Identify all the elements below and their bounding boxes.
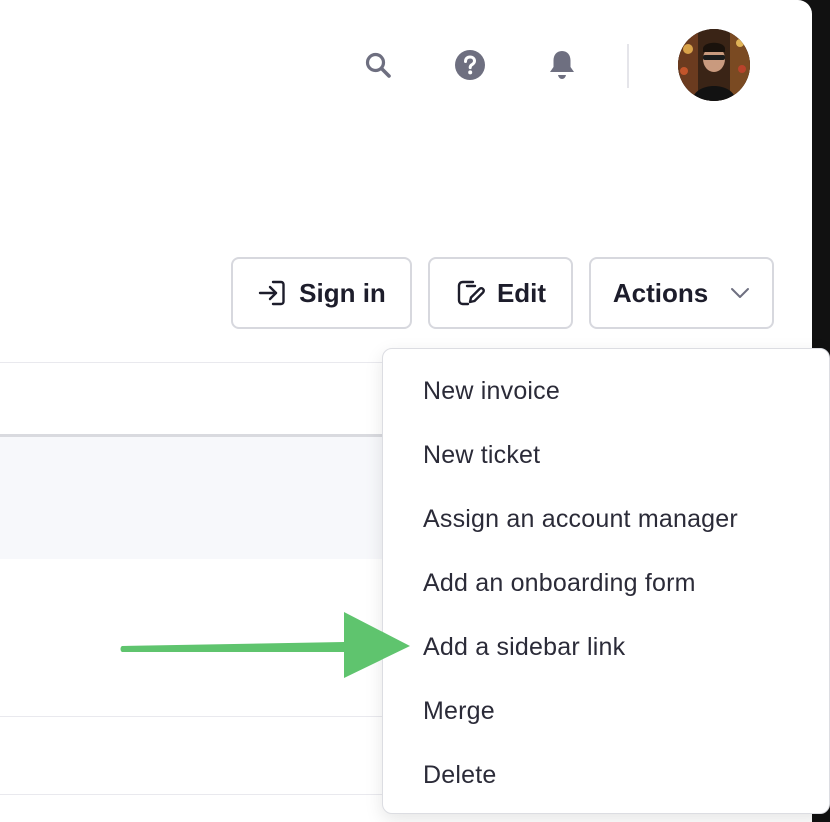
menu-item-add-sidebar-link[interactable]: Add a sidebar link — [423, 627, 625, 667]
actions-menu: New invoice New ticket Assign an account… — [382, 348, 830, 814]
menu-item-merge[interactable]: Merge — [423, 691, 495, 731]
actions-dropdown-button[interactable]: Actions — [589, 257, 774, 329]
annotation-arrow-icon — [112, 606, 412, 685]
avatar[interactable] — [678, 29, 750, 101]
menu-item-add-onboarding-form[interactable]: Add an onboarding form — [423, 563, 696, 603]
menu-item-new-ticket[interactable]: New ticket — [423, 435, 540, 475]
help-icon[interactable] — [452, 47, 488, 83]
edit-label: Edit — [496, 277, 547, 308]
menu-item-new-invoice[interactable]: New invoice — [423, 371, 560, 411]
menu-item-delete[interactable]: Delete — [423, 755, 496, 795]
search-icon[interactable] — [360, 47, 396, 83]
sign-in-button[interactable]: Sign in — [231, 257, 412, 329]
chevron-down-icon — [730, 287, 750, 299]
sign-in-label: Sign in — [299, 277, 386, 308]
bell-icon[interactable] — [544, 47, 580, 83]
edit-button[interactable]: Edit — [428, 257, 573, 329]
edit-icon — [455, 278, 485, 308]
topbar-divider — [627, 44, 629, 88]
actions-label: Actions — [612, 277, 709, 308]
sign-in-icon — [257, 278, 287, 308]
menu-item-assign-account-manager[interactable]: Assign an account manager — [423, 499, 738, 539]
